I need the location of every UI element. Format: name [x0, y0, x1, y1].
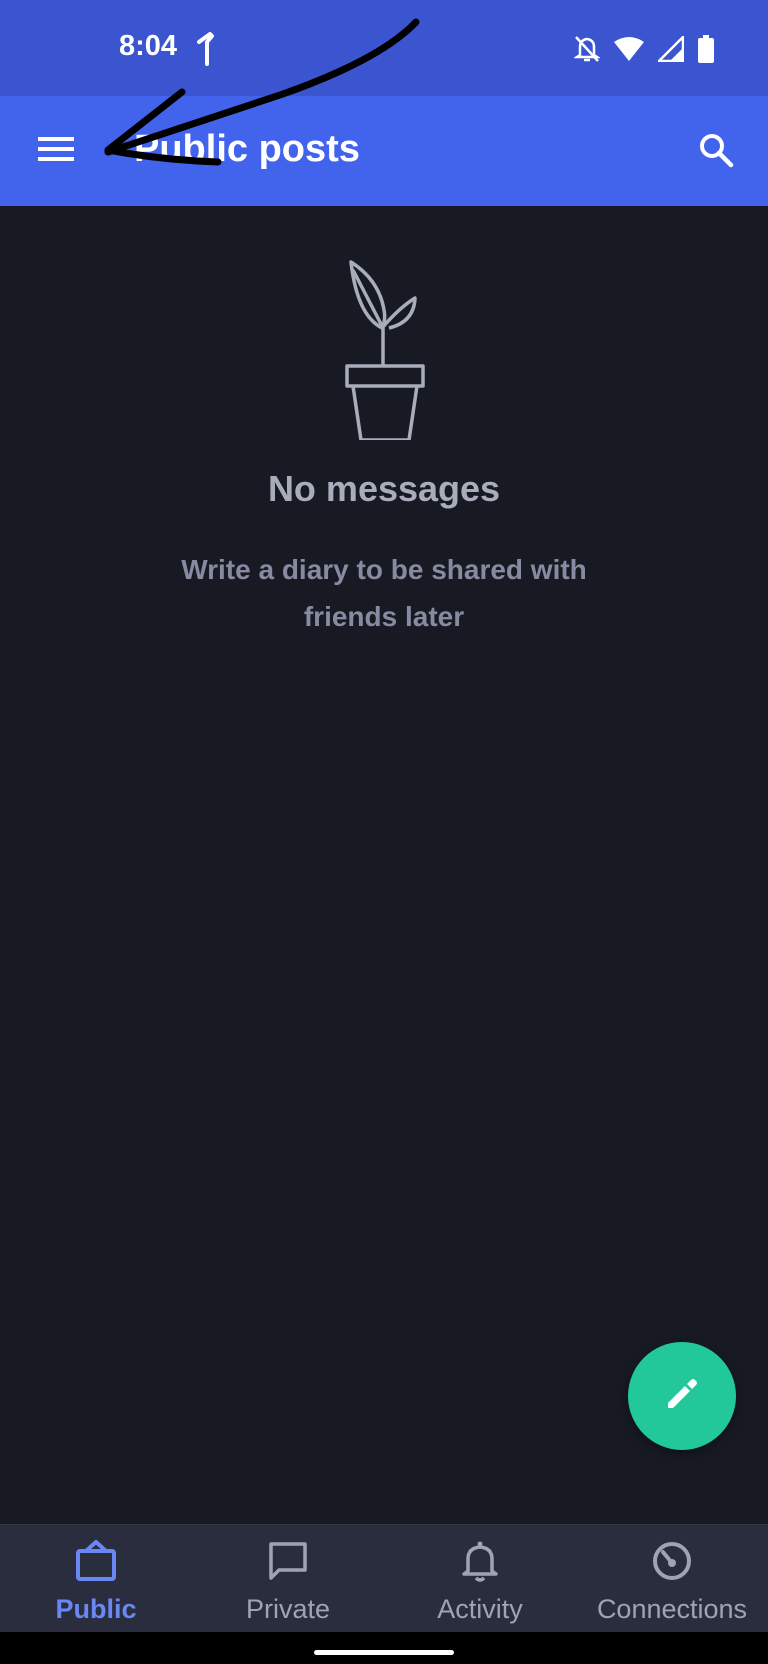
bag-icon [74, 1539, 118, 1588]
nav-item-private[interactable]: Private [192, 1525, 384, 1633]
plant-pot-icon [0, 260, 768, 440]
status-bar: 8:04 [0, 0, 768, 96]
menu-button[interactable] [30, 125, 82, 177]
chat-icon [266, 1539, 310, 1588]
nav-item-activity[interactable]: Activity [384, 1525, 576, 1633]
empty-state-subtitle: Write a diary to be shared with friends … [181, 554, 587, 632]
search-button[interactable] [690, 126, 742, 178]
nav-item-public[interactable]: Public [0, 1525, 192, 1633]
nav-label-public: Public [55, 1594, 137, 1624]
pencil-icon [664, 1376, 700, 1417]
compose-fab[interactable] [628, 1342, 736, 1450]
battery-icon [698, 35, 714, 68]
search-icon [698, 132, 734, 173]
wifi-icon [614, 36, 644, 67]
nav-item-connections[interactable]: Connections [576, 1525, 768, 1633]
status-time: 8:04 [119, 30, 178, 62]
nav-label-private: Private [245, 1594, 331, 1624]
gesture-area [0, 1632, 768, 1664]
menu-icon [37, 135, 75, 168]
bell-icon [458, 1539, 502, 1588]
nav-label-connections: Connections [596, 1594, 748, 1624]
page-title: Public posts [134, 128, 360, 170]
bell-off-icon [572, 35, 602, 68]
nav-label-activity: Activity [437, 1594, 523, 1624]
signal-icon [655, 33, 685, 67]
empty-state: No messages Write a diary to be shared w… [0, 260, 768, 640]
navigation-arrow-icon [196, 32, 218, 71]
bottom-navigation: Public Private Activity Connections [0, 1524, 768, 1633]
home-gesture-handle[interactable] [314, 1650, 454, 1655]
app-bar: Public posts [0, 96, 768, 206]
gauge-icon [650, 1539, 694, 1588]
empty-state-title: No messages [267, 468, 501, 509]
